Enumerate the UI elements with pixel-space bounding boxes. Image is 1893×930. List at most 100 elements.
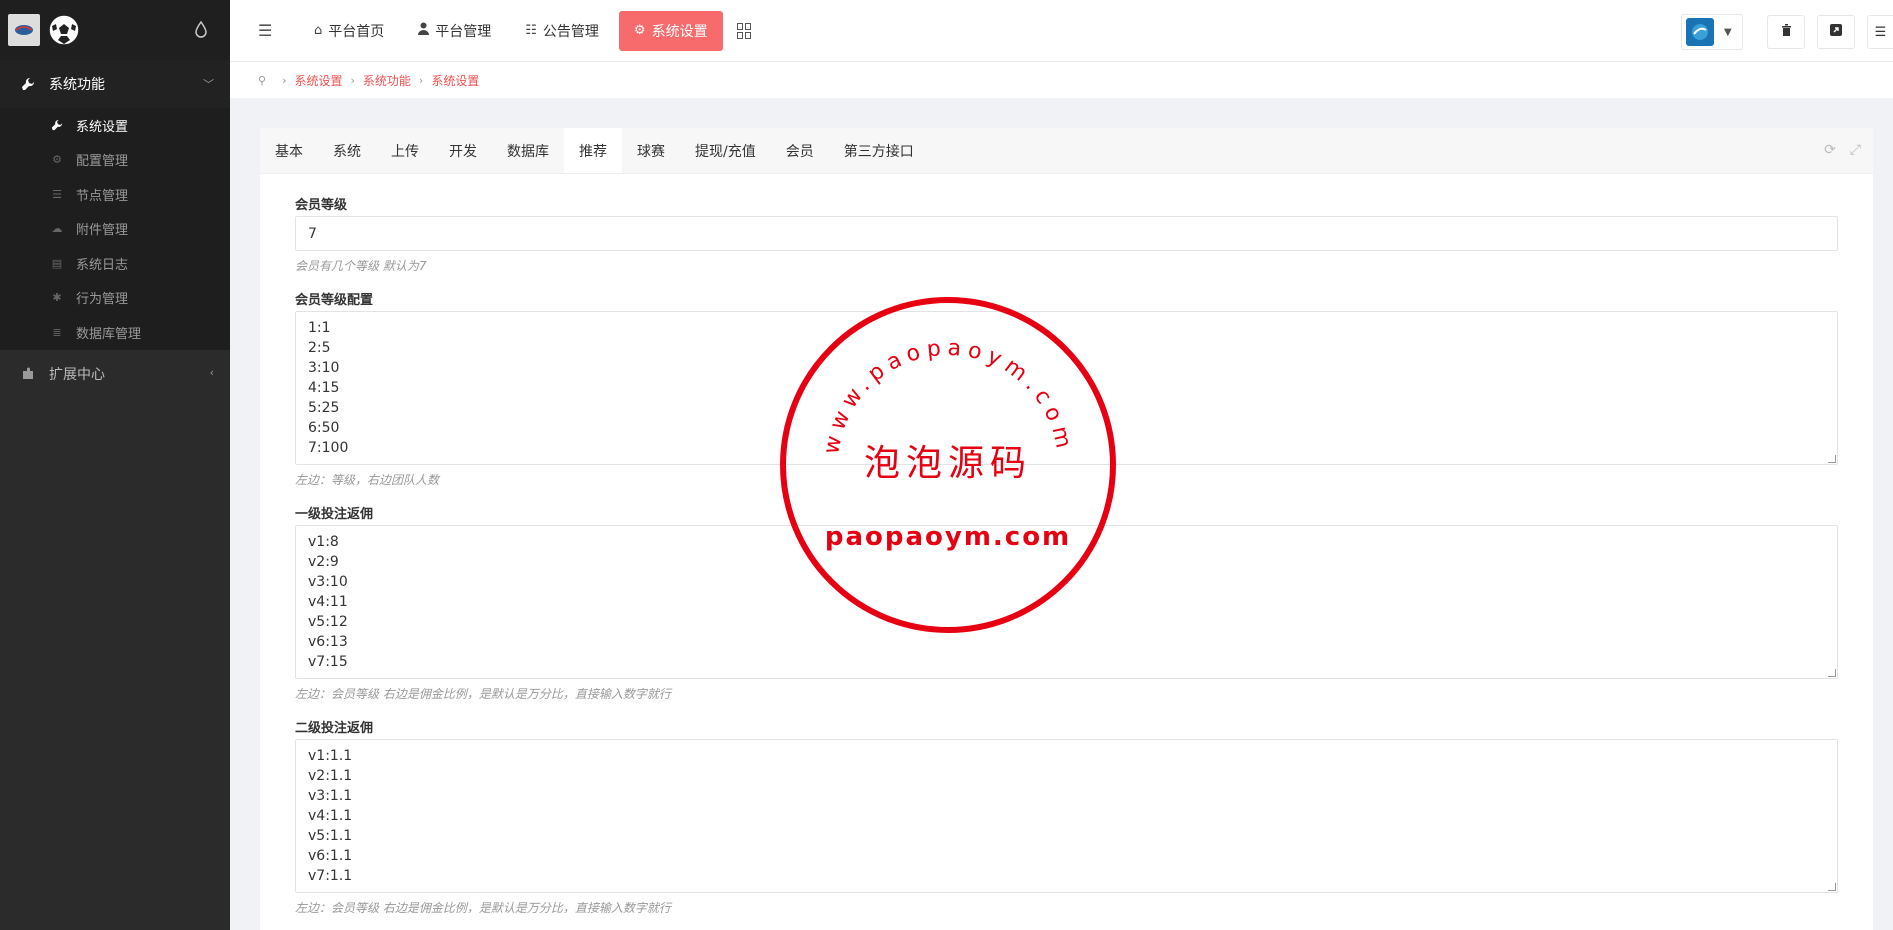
field-label: 会员等级配置 bbox=[295, 293, 374, 308]
resize-handle[interactable] bbox=[1828, 455, 1836, 463]
fullscreen-icon[interactable]: ⤢ bbox=[1850, 142, 1861, 158]
sidebar-item-config[interactable]: ⚙ 配置管理 bbox=[0, 143, 230, 178]
cogs-icon: ⚙ bbox=[52, 153, 62, 167]
chevron-down-icon: ﹀ bbox=[203, 78, 214, 91]
wrench-icon bbox=[20, 76, 36, 92]
list-icon: ☷ bbox=[525, 23, 537, 38]
textarea-line: 6:50 bbox=[308, 420, 340, 436]
chevron-right-icon: › bbox=[350, 73, 355, 87]
tab-dev[interactable]: 开发 bbox=[434, 128, 492, 173]
textarea-line: v6:13 bbox=[308, 634, 348, 650]
field-help: 左边：会员等级 右边是佣金比例，是默认是万分比，直接输入数字就行 bbox=[295, 901, 671, 915]
external-link-icon bbox=[1830, 24, 1842, 40]
textarea-line: v3:1.1 bbox=[308, 788, 353, 804]
resize-handle[interactable] bbox=[1828, 669, 1836, 677]
nav-home[interactable]: ⌂ 平台首页 bbox=[300, 11, 398, 51]
textarea-line: v1:1.1 bbox=[308, 748, 353, 764]
nav-label: 平台首页 bbox=[328, 23, 385, 40]
field-member-level: 会员等级 7 会员有几个等级 默认为7 bbox=[295, 194, 1838, 273]
menu-group-extensions[interactable]: 扩展中心 ‹ bbox=[0, 349, 230, 398]
gear-icon: ⚙ bbox=[633, 23, 646, 38]
nav-label: 公告管理 bbox=[542, 23, 599, 40]
bug-icon: ✱ bbox=[52, 291, 62, 305]
textarea-line: v7:15 bbox=[308, 654, 348, 670]
tab-basic[interactable]: 基本 bbox=[260, 128, 318, 173]
tab-system[interactable]: 系统 bbox=[318, 128, 376, 173]
sidebar-item-system-settings[interactable]: 系统设置 bbox=[0, 108, 230, 143]
tab-third-party[interactable]: 第三方接口 bbox=[829, 128, 929, 173]
textarea-line: 2:5 bbox=[308, 340, 331, 356]
trash-icon bbox=[1781, 24, 1792, 40]
breadcrumb-link[interactable]: 系统设置 bbox=[431, 72, 479, 89]
breadcrumb-link[interactable]: 系统功能 bbox=[363, 72, 411, 89]
football-logo[interactable] bbox=[48, 14, 80, 46]
sidebar-item-label: 配置管理 bbox=[76, 154, 129, 170]
breadcrumb-link[interactable]: 系统设置 bbox=[294, 72, 342, 89]
clear-cache-button[interactable] bbox=[1767, 15, 1805, 49]
nav-platform-manage[interactable]: 平台管理 bbox=[404, 11, 505, 51]
nav-system-settings[interactable]: ⚙ 系统设置 bbox=[618, 10, 723, 51]
tab-database[interactable]: 数据库 bbox=[492, 128, 564, 173]
list-icon: ☰ bbox=[52, 187, 62, 201]
tab-member[interactable]: 会员 bbox=[771, 128, 829, 173]
breadcrumb: ⚲ › 系统设置 › 系统功能 › 系统设置 bbox=[230, 62, 1893, 98]
open-frontend-button[interactable] bbox=[1817, 15, 1855, 49]
level-config-textarea[interactable]: 1:1 2:5 3:10 4:15 5:25 6:50 7:100 bbox=[295, 311, 1838, 465]
settings-form: 会员等级 7 会员有几个等级 默认为7 会员等级配置 1:1 2:5 3:10 … bbox=[260, 174, 1873, 915]
grid-icon[interactable] bbox=[736, 22, 753, 39]
hamburger-icon[interactable]: ☰ bbox=[258, 21, 278, 40]
tab-upload[interactable]: 上传 bbox=[376, 128, 434, 173]
theme-drop-icon[interactable] bbox=[194, 20, 208, 38]
rebate-1-textarea[interactable]: v1:8 v2:9 v3:10 v4:11 v5:12 v6:13 v7:15 bbox=[295, 525, 1838, 679]
chevron-right-icon: › bbox=[418, 73, 424, 87]
tab-recommend[interactable]: 推荐 bbox=[564, 128, 622, 173]
puzzle-icon bbox=[20, 366, 36, 382]
member-level-input[interactable]: 7 bbox=[295, 216, 1838, 251]
sidebar-toggle-button[interactable]: ☰ bbox=[1867, 15, 1893, 49]
refresh-icon[interactable]: ⟳ bbox=[1824, 142, 1836, 158]
sidebar-item-label: 节点管理 bbox=[76, 188, 129, 204]
sidebar-item-label: 数据库管理 bbox=[76, 326, 142, 342]
textarea-line: 4:15 bbox=[308, 380, 340, 396]
textarea-line: 7:100 bbox=[308, 440, 349, 456]
sidebar-item-attachments[interactable]: ☁ 附件管理 bbox=[0, 212, 230, 247]
sidebar-item-behavior[interactable]: ✱ 行为管理 bbox=[0, 281, 230, 316]
sidebar-header bbox=[0, 0, 230, 60]
wrench-icon bbox=[50, 118, 64, 132]
textarea-line: v6:1.1 bbox=[308, 848, 353, 864]
sidebar-item-nodes[interactable]: ☰ 节点管理 bbox=[0, 177, 230, 212]
textarea-line: v4:1.1 bbox=[308, 808, 353, 824]
textarea-line: v5:1.1 bbox=[308, 828, 353, 844]
field-help: 左边：会员等级 右边是佣金比例，是默认是万分比，直接输入数字就行 bbox=[295, 687, 671, 701]
user-menu-button[interactable]: ▼ bbox=[1681, 14, 1743, 50]
top-navbar: ☰ ⌂ 平台首页 平台管理 ☷ 公告管理 ⚙ 系统设置 ▼ ☰ bbox=[230, 0, 1893, 62]
book-icon: ▤ bbox=[51, 256, 63, 270]
map-pin-icon: ⚲ bbox=[258, 73, 267, 87]
textarea-line: v4:11 bbox=[308, 594, 348, 610]
menu-group-system[interactable]: 系统功能 ﹀ bbox=[0, 60, 230, 108]
field-label: 一级投注返佣 bbox=[295, 507, 374, 522]
field-level-config: 会员等级配置 1:1 2:5 3:10 4:15 5:25 6:50 7:100… bbox=[295, 289, 1838, 487]
app-logo[interactable] bbox=[8, 14, 40, 46]
chevron-left-icon: ‹ bbox=[209, 365, 214, 379]
field-rebate-1: 一级投注返佣 v1:8 v2:9 v3:10 v4:11 v5:12 v6:13… bbox=[295, 503, 1838, 701]
rebate-2-textarea[interactable]: v1:1.1 v2:1.1 v3:1.1 v4:1.1 v5:1.1 v6:1.… bbox=[295, 739, 1838, 893]
resize-handle[interactable] bbox=[1828, 883, 1836, 891]
tab-withdraw-recharge[interactable]: 提现/充值 bbox=[680, 128, 771, 173]
sidebar: 系统功能 ﹀ 系统设置 ⚙ 配置管理 ☰ 节点管理 ☁ 附件管理 ▤ 系统日志 … bbox=[0, 0, 230, 930]
field-label: 会员等级 bbox=[295, 198, 348, 213]
sidebar-item-database[interactable]: ≣ 数据库管理 bbox=[0, 315, 230, 350]
nav-label: 系统设置 bbox=[651, 23, 708, 40]
textarea-line: v3:10 bbox=[308, 574, 348, 590]
avatar bbox=[1686, 18, 1714, 46]
textarea-line: 3:10 bbox=[308, 360, 340, 376]
textarea-line: v5:12 bbox=[308, 614, 348, 630]
sidebar-item-label: 系统日志 bbox=[76, 257, 129, 273]
cloud-upload-icon: ☁ bbox=[51, 222, 63, 236]
textarea-line: v2:9 bbox=[308, 554, 339, 570]
textarea-line: 1:1 bbox=[308, 320, 331, 336]
user-icon bbox=[418, 22, 430, 39]
sidebar-item-logs[interactable]: ▤ 系统日志 bbox=[0, 246, 230, 281]
tab-match[interactable]: 球赛 bbox=[622, 128, 680, 173]
nav-notice-manage[interactable]: ☷ 公告管理 bbox=[511, 11, 613, 51]
